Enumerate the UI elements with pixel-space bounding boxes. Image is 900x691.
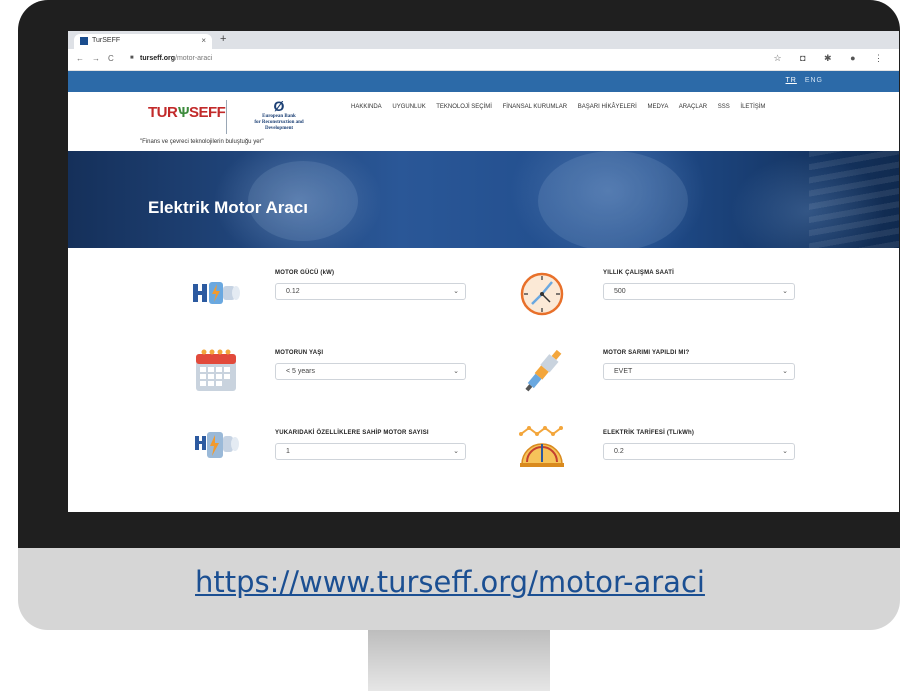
url-path: /motor-araci xyxy=(175,55,213,62)
chevron-down-icon: ⌄ xyxy=(782,368,788,375)
motor-power-field: MOTOR GÜCÜ (kW) 0.12 ⌄ xyxy=(275,270,466,300)
new-tab-button[interactable]: + xyxy=(220,33,226,45)
logo-text-right: SEFF xyxy=(188,104,226,121)
page-title: Elektrik Motor Aracı xyxy=(148,198,308,217)
motor-age-label: MOTORUN YAŞI xyxy=(275,350,324,356)
back-button[interactable]: ← xyxy=(76,54,84,63)
ebrd-mark-icon: Ø xyxy=(273,98,285,114)
motor-count-icon xyxy=(195,432,239,458)
ebrd-name-line2: for Reconstruction and Development xyxy=(254,120,304,131)
hero-motor-shape xyxy=(538,151,688,248)
tariff-select[interactable]: 0.2 ⌄ xyxy=(603,443,795,460)
motor-age-select[interactable]: < 5 years ⌄ xyxy=(275,363,466,380)
motor-count-label: YUKARIDAKİ ÖZELLİKLERE SAHİP MOTOR SAYIS… xyxy=(275,430,429,436)
lang-eng-link[interactable]: ENG xyxy=(805,77,823,84)
browser-tab[interactable]: TurSEFF × xyxy=(74,34,212,49)
nav-item-araclar[interactable]: ARAÇLAR xyxy=(679,104,707,110)
main-nav: HAKKINDA UYGUNLUK TEKNOLOJİ SEÇİMİ FİNAN… xyxy=(351,104,774,110)
ebrd-logo: Ø European Bank for Reconstruction and D… xyxy=(244,98,314,132)
logo-divider xyxy=(226,100,227,134)
rewound-label: MOTOR SARIMI YAPILDI MI? xyxy=(603,350,690,356)
turseff-logo[interactable]: TURѰSEFF xyxy=(148,104,226,121)
calendar-icon xyxy=(196,349,236,391)
logo-text-left: TUR xyxy=(148,104,178,121)
forward-button[interactable]: → xyxy=(92,54,100,63)
language-switcher: TR ENG xyxy=(786,77,823,84)
browser-toolbar-icons[interactable]: ☆ ◘ ✱ ● ⋮ xyxy=(774,53,891,64)
motor-age-field: MOTORUN YAŞI < 5 years ⌄ xyxy=(275,350,466,380)
tariff-value: 0.2 xyxy=(614,448,624,455)
rewound-field: MOTOR SARIMI YAPILDI MI? EVET ⌄ xyxy=(603,350,795,380)
monitor-stand xyxy=(368,630,550,691)
clock-icon xyxy=(520,272,564,316)
hero-motor-fins xyxy=(809,151,899,248)
tagline: "Finans ve çevreci teknolojilerin buluşt… xyxy=(140,139,264,145)
tariff-meter-icon xyxy=(519,426,564,467)
site-header: TURѰSEFF Ø European Bank for Reconstruct… xyxy=(68,92,899,151)
motor-count-field: YUKARIDAKİ ÖZELLİKLERE SAHİP MOTOR SAYIS… xyxy=(275,430,466,460)
chevron-down-icon: ⌄ xyxy=(782,288,788,295)
tariff-label: ELEKTRİK TARİFESİ (TL/kWh) xyxy=(603,430,695,436)
chevron-down-icon: ⌄ xyxy=(453,368,459,375)
nav-item-sss[interactable]: SSS xyxy=(718,104,730,110)
annual-hours-field: YILLIK ÇALIŞMA SAATİ 500 ⌄ xyxy=(603,270,795,300)
chevron-down-icon: ⌄ xyxy=(453,288,459,295)
nav-item-medya[interactable]: MEDYA xyxy=(647,104,668,110)
screen: TurSEFF × + ← → C ■ turseff.org/motor-ar… xyxy=(68,31,899,512)
tariff-field: ELEKTRİK TARİFESİ (TL/kWh) 0.2 ⌄ xyxy=(603,430,795,460)
spark-plug-icon xyxy=(525,349,562,392)
lock-icon: ■ xyxy=(130,55,134,61)
nav-item-teknoloji-secimi[interactable]: TEKNOLOJİ SEÇİMİ xyxy=(436,104,492,110)
nav-item-hakkinda[interactable]: HAKKINDA xyxy=(351,104,382,110)
close-tab-icon[interactable]: × xyxy=(201,36,206,45)
hero-banner: Elektrik Motor Aracı xyxy=(68,151,899,248)
motor-power-value: 0.12 xyxy=(286,288,300,295)
motor-power-label: MOTOR GÜCÜ (kW) xyxy=(275,270,335,276)
rewound-select[interactable]: EVET ⌄ xyxy=(603,363,795,380)
rewound-value: EVET xyxy=(614,368,633,375)
nav-item-finansal-kurumlar[interactable]: FİNANSAL KURUMLAR xyxy=(503,104,567,110)
chevron-down-icon: ⌄ xyxy=(453,448,459,455)
nav-item-iletisim[interactable]: İLETİŞİM xyxy=(740,104,765,110)
nav-item-basari-hikayeleri[interactable]: BAŞARI HİKÂYELERİ xyxy=(578,104,637,110)
motor-count-value: 1 xyxy=(286,448,290,455)
annual-hours-value: 500 xyxy=(614,288,626,295)
favicon-icon xyxy=(80,37,88,45)
nav-item-uygunluk[interactable]: UYGUNLUK xyxy=(392,104,425,110)
chevron-down-icon: ⌄ xyxy=(782,448,788,455)
browser-address-bar: ← → C ■ turseff.org/motor-araci ☆ ◘ ✱ ● … xyxy=(68,49,899,71)
motor-power-icon xyxy=(193,282,240,304)
logo-leaf-icon: Ѱ xyxy=(177,104,189,121)
reload-button[interactable]: C xyxy=(108,54,114,63)
browser-tabbar: TurSEFF × + xyxy=(68,31,899,49)
monitor-frame: TurSEFF × + ← → C ■ turseff.org/motor-ar… xyxy=(18,0,900,630)
annual-hours-label: YILLIK ÇALIŞMA SAATİ xyxy=(603,270,674,276)
annual-hours-select[interactable]: 500 ⌄ xyxy=(603,283,795,300)
url-host: turseff.org xyxy=(140,55,175,62)
caption-link[interactable]: https://www.turseff.org/motor-araci xyxy=(0,565,900,599)
motor-power-select[interactable]: 0.12 ⌄ xyxy=(275,283,466,300)
language-strip: TR ENG xyxy=(68,71,899,92)
url-field[interactable]: turseff.org/motor-araci xyxy=(140,55,212,62)
tab-title: TurSEFF xyxy=(92,37,121,44)
motor-count-select[interactable]: 1 ⌄ xyxy=(275,443,466,460)
motor-age-value: < 5 years xyxy=(286,368,315,375)
motor-tool-form: MOTOR GÜCÜ (kW) 0.12 ⌄ YILLIK ÇALIŞMA SA… xyxy=(68,248,899,498)
lang-tr-link[interactable]: TR xyxy=(786,77,797,84)
